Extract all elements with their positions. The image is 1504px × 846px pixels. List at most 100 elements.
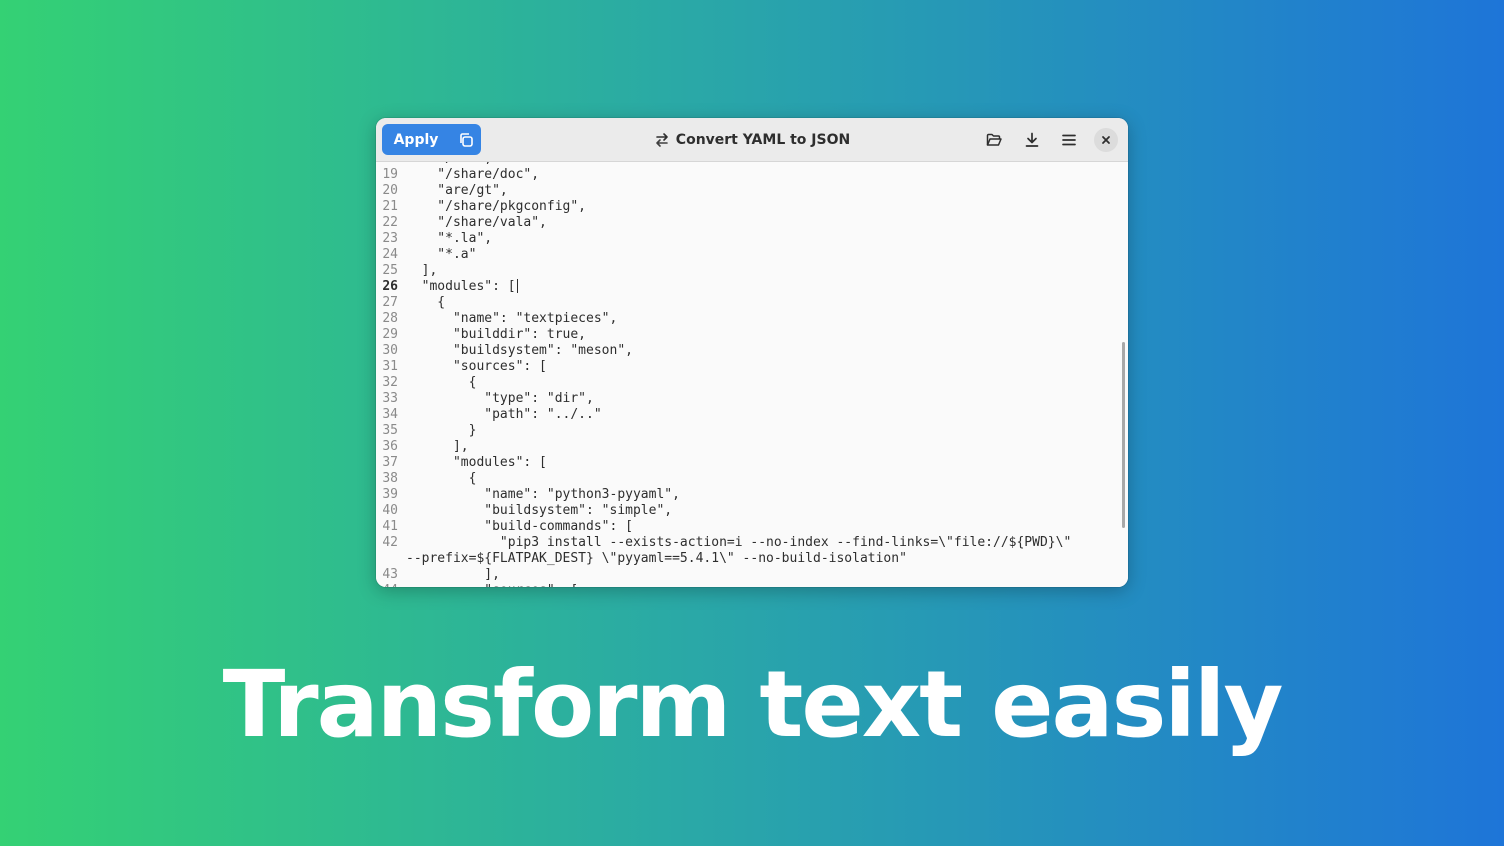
line-content: "builddir": true, bbox=[406, 327, 587, 342]
line-number: 26 bbox=[382, 279, 398, 294]
line-number: 40 bbox=[382, 503, 398, 518]
line-content: "name": "textpieces", bbox=[406, 311, 618, 326]
download-icon bbox=[1025, 132, 1038, 147]
line-content: "/share/doc", bbox=[406, 167, 540, 182]
apply-button[interactable]: Apply bbox=[382, 124, 450, 155]
main-menu-button[interactable] bbox=[1053, 124, 1084, 155]
code-line: 34 "path": "../.." bbox=[376, 407, 1128, 423]
line-content: { bbox=[406, 295, 446, 310]
line-content: { bbox=[406, 471, 477, 486]
code-line: 19 "/share/doc", bbox=[376, 167, 1128, 183]
line-number: 31 bbox=[382, 359, 398, 374]
line-content: "modules": [ bbox=[406, 279, 516, 294]
line-content: "/share/vala", bbox=[406, 215, 547, 230]
line-number: 19 bbox=[382, 167, 398, 182]
code-line: 33 "type": "dir", bbox=[376, 391, 1128, 407]
line-number: 35 bbox=[382, 423, 398, 438]
line-number: 20 bbox=[382, 183, 398, 198]
line-content: "path": "../.." bbox=[406, 407, 602, 422]
code-line: 40 "buildsystem": "simple", bbox=[376, 503, 1128, 519]
line-content: "are/gt", bbox=[406, 183, 508, 198]
line-content: { bbox=[406, 375, 477, 390]
code-line: 44 "sources": [ bbox=[376, 583, 1128, 587]
text-cursor bbox=[516, 279, 518, 293]
line-content-wrapped: --prefix=${FLATPAK_DEST} \"pyyaml==5.4.1… bbox=[406, 551, 907, 566]
code-line: 28 "name": "textpieces", bbox=[376, 311, 1128, 327]
code-line: 32 { bbox=[376, 375, 1128, 391]
line-content: "sources": [ bbox=[398, 583, 578, 587]
line-content: } bbox=[406, 423, 477, 438]
folder-open-icon bbox=[986, 133, 1002, 146]
line-content: "pip3 install --exists-action=i --no-ind… bbox=[406, 535, 1072, 550]
line-number: 44 bbox=[376, 583, 398, 587]
line-content: "build-commands": [ bbox=[406, 519, 633, 534]
line-content: ], bbox=[406, 567, 500, 582]
hamburger-menu-icon bbox=[1061, 134, 1076, 145]
line-content: ], bbox=[406, 439, 469, 454]
code-line: 20 "are/gt", bbox=[376, 183, 1128, 199]
line-content: "modules": [ bbox=[406, 455, 547, 470]
line-number: 41 bbox=[382, 519, 398, 534]
line-content: ], bbox=[406, 263, 438, 278]
window-title-text: Convert YAML to JSON bbox=[675, 131, 851, 148]
line-number: 29 bbox=[382, 327, 398, 342]
code-line: 37 "modules": [ bbox=[376, 455, 1128, 471]
line-content: "name": "python3-pyyaml", bbox=[406, 487, 680, 502]
code-line: 21 "/share/pkgconfig", bbox=[376, 199, 1128, 215]
code-line: 39 "name": "python3-pyyaml", bbox=[376, 487, 1128, 503]
line-number: 25 bbox=[382, 263, 398, 278]
code-line: 41 "build-commands": [ bbox=[376, 519, 1128, 535]
code-line: 25 ], bbox=[376, 263, 1128, 279]
code-line: 27 { bbox=[376, 295, 1128, 311]
line-number: 28 bbox=[382, 311, 398, 326]
copy-button[interactable] bbox=[450, 124, 481, 155]
swap-arrows-icon bbox=[655, 132, 668, 147]
copy-icon bbox=[459, 132, 473, 147]
apply-button-group: Apply bbox=[382, 124, 481, 155]
close-icon bbox=[1102, 136, 1110, 144]
line-number: 23 bbox=[382, 231, 398, 246]
vertical-scrollbar[interactable] bbox=[1122, 342, 1125, 528]
line-number: 32 bbox=[382, 375, 398, 390]
header-bar: Apply Convert YAML to JSON bbox=[376, 118, 1128, 162]
code-line: 23 "*.la", bbox=[376, 231, 1128, 247]
code-line: 38 { bbox=[376, 471, 1128, 487]
line-content: "/share/pkgconfig", bbox=[406, 199, 587, 214]
line-number: 42 bbox=[382, 535, 398, 550]
line-number: 24 bbox=[382, 247, 398, 262]
line-number: 39 bbox=[382, 487, 398, 502]
text-editor[interactable]: 18 "/lib",19 "/share/doc",20 "are/gt",21… bbox=[376, 162, 1128, 587]
line-content: "sources": [ bbox=[406, 359, 547, 374]
line-content: "type": "dir", bbox=[406, 391, 594, 406]
line-number: 36 bbox=[382, 439, 398, 454]
code-line: 29 "builddir": true, bbox=[376, 327, 1128, 343]
line-number: 30 bbox=[382, 343, 398, 358]
code-lines: 18 "/lib",19 "/share/doc",20 "are/gt",21… bbox=[376, 162, 1128, 587]
code-line: 30 "buildsystem": "meson", bbox=[376, 343, 1128, 359]
line-number: 38 bbox=[382, 471, 398, 486]
line-number: 33 bbox=[382, 391, 398, 406]
code-line: 36 ], bbox=[376, 439, 1128, 455]
line-content: "buildsystem": "simple", bbox=[406, 503, 673, 518]
close-button[interactable] bbox=[1094, 128, 1118, 152]
code-line: 22 "/share/vala", bbox=[376, 215, 1128, 231]
save-button[interactable] bbox=[1016, 124, 1047, 155]
code-line: 24 "*.a" bbox=[376, 247, 1128, 263]
line-number: 27 bbox=[382, 295, 398, 310]
line-content: "*.a" bbox=[406, 247, 477, 262]
app-window: Apply Convert YAML to JSON 19 "/share/do… bbox=[376, 118, 1128, 587]
line-number: 37 bbox=[382, 455, 398, 470]
code-line-current: 26 "modules": [ bbox=[376, 279, 1128, 295]
code-line: 42 "pip3 install --exists-action=i --no-… bbox=[376, 535, 1128, 567]
slogan-text: Transform text easily bbox=[222, 651, 1284, 758]
open-file-button[interactable] bbox=[978, 124, 1009, 155]
line-number: 34 bbox=[382, 407, 398, 422]
line-number: 43 bbox=[382, 567, 398, 582]
line-content: "*.la", bbox=[406, 231, 493, 246]
code-line: 43 ], bbox=[376, 567, 1128, 583]
code-line: 35 } bbox=[376, 423, 1128, 439]
line-content: "buildsystem": "meson", bbox=[406, 343, 633, 358]
line-number: 21 bbox=[382, 199, 398, 214]
code-line: 31 "sources": [ bbox=[376, 359, 1128, 375]
line-number: 22 bbox=[382, 215, 398, 230]
